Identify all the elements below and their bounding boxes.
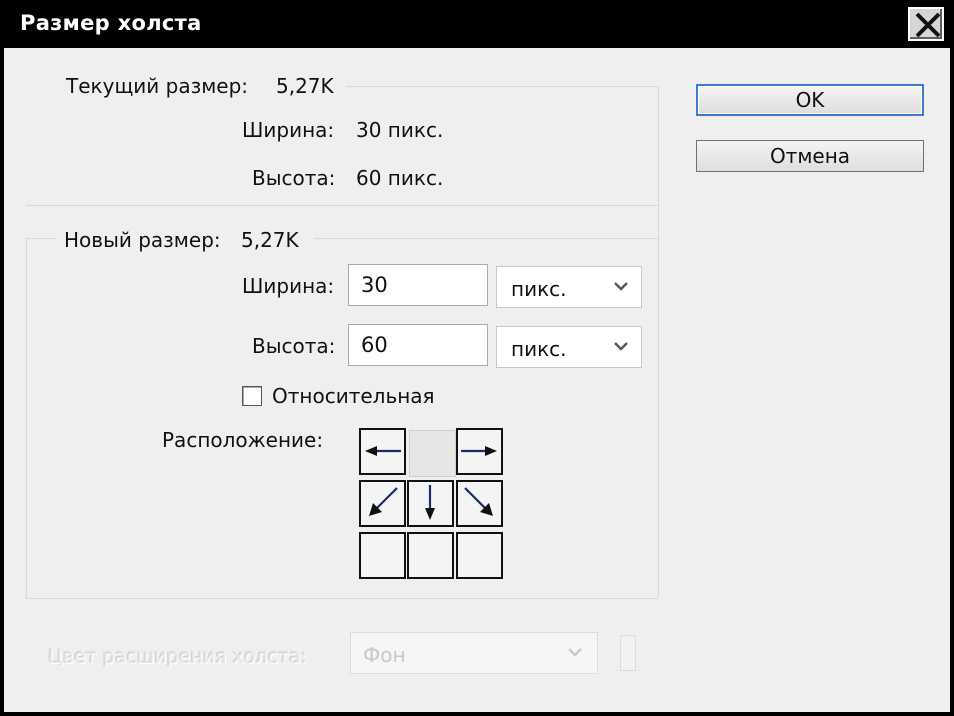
anchor-cell-middle-left[interactable] bbox=[359, 480, 406, 527]
new-size-group-left bbox=[26, 238, 27, 598]
current-size-value: 5,27K bbox=[276, 74, 334, 98]
extension-color-swatch bbox=[620, 635, 636, 671]
window-title: Размер холста bbox=[20, 11, 202, 35]
anchor-cell-bottom-left[interactable] bbox=[359, 532, 406, 579]
height-unit-value: пикс. bbox=[511, 337, 567, 361]
width-unit-value: пикс. bbox=[511, 277, 567, 301]
new-size-group-bottom bbox=[26, 598, 658, 599]
chevron-down-icon bbox=[614, 342, 628, 351]
anchor-cell-middle-center[interactable] bbox=[407, 480, 454, 527]
anchor-cell-top-right[interactable] bbox=[456, 428, 503, 475]
arrow-down-icon bbox=[425, 485, 435, 520]
anchor-cell-top-left[interactable] bbox=[359, 428, 406, 475]
current-height-value: 60 пикс. bbox=[356, 166, 444, 190]
new-size-label: Новый размер: bbox=[64, 228, 221, 252]
new-size-group-top bbox=[314, 238, 658, 239]
new-height-label: Высота: bbox=[252, 334, 336, 358]
height-input[interactable]: 60 bbox=[348, 324, 488, 366]
relative-checkbox[interactable] bbox=[242, 386, 262, 406]
chevron-down-icon bbox=[568, 648, 582, 657]
anchor-cell-middle-right[interactable] bbox=[456, 480, 503, 527]
group-right-edge bbox=[658, 86, 659, 598]
extension-color-select: Фон bbox=[350, 632, 598, 674]
extension-color-label: Цвет расширения холста: bbox=[48, 646, 308, 668]
width-input[interactable]: 30 bbox=[348, 264, 488, 306]
anchor-cell-bottom-center[interactable] bbox=[407, 532, 454, 579]
new-size-value: 5,27K bbox=[241, 228, 299, 252]
arrow-down-left-icon bbox=[369, 487, 398, 516]
new-width-label: Ширина: bbox=[242, 274, 335, 298]
current-width-value: 30 пикс. bbox=[356, 118, 444, 142]
anchor-cell-top-center[interactable] bbox=[409, 430, 456, 477]
height-unit-select[interactable]: пикс. bbox=[496, 326, 642, 368]
current-height-label: Высота: bbox=[252, 166, 336, 190]
width-unit-select[interactable]: пикс. bbox=[496, 266, 642, 308]
cancel-button[interactable]: Отмена bbox=[696, 140, 924, 172]
extension-color-value: Фон bbox=[363, 643, 406, 667]
title-bar: Размер холста bbox=[0, 0, 954, 48]
current-width-label: Ширина: bbox=[242, 118, 335, 142]
current-size-label: Текущий размер: bbox=[66, 74, 249, 98]
anchor-label: Расположение: bbox=[162, 428, 324, 452]
chevron-down-icon bbox=[614, 282, 628, 291]
arrow-left-icon bbox=[365, 446, 401, 456]
separator bbox=[26, 205, 658, 206]
anchor-cell-bottom-right[interactable] bbox=[456, 532, 503, 579]
arrow-down-right-icon bbox=[464, 487, 493, 516]
ok-button[interactable]: OK bbox=[696, 84, 924, 116]
relative-label[interactable]: Относительная bbox=[272, 384, 435, 408]
current-size-group-line bbox=[346, 86, 658, 87]
close-button[interactable] bbox=[908, 7, 944, 41]
anchor-grid bbox=[359, 428, 505, 580]
dialog-body: Текущий размер: 5,27K Ширина: 30 пикс. В… bbox=[4, 48, 950, 712]
arrow-right-icon bbox=[461, 446, 497, 456]
close-icon bbox=[915, 12, 941, 38]
new-size-group-top-left bbox=[26, 238, 56, 239]
